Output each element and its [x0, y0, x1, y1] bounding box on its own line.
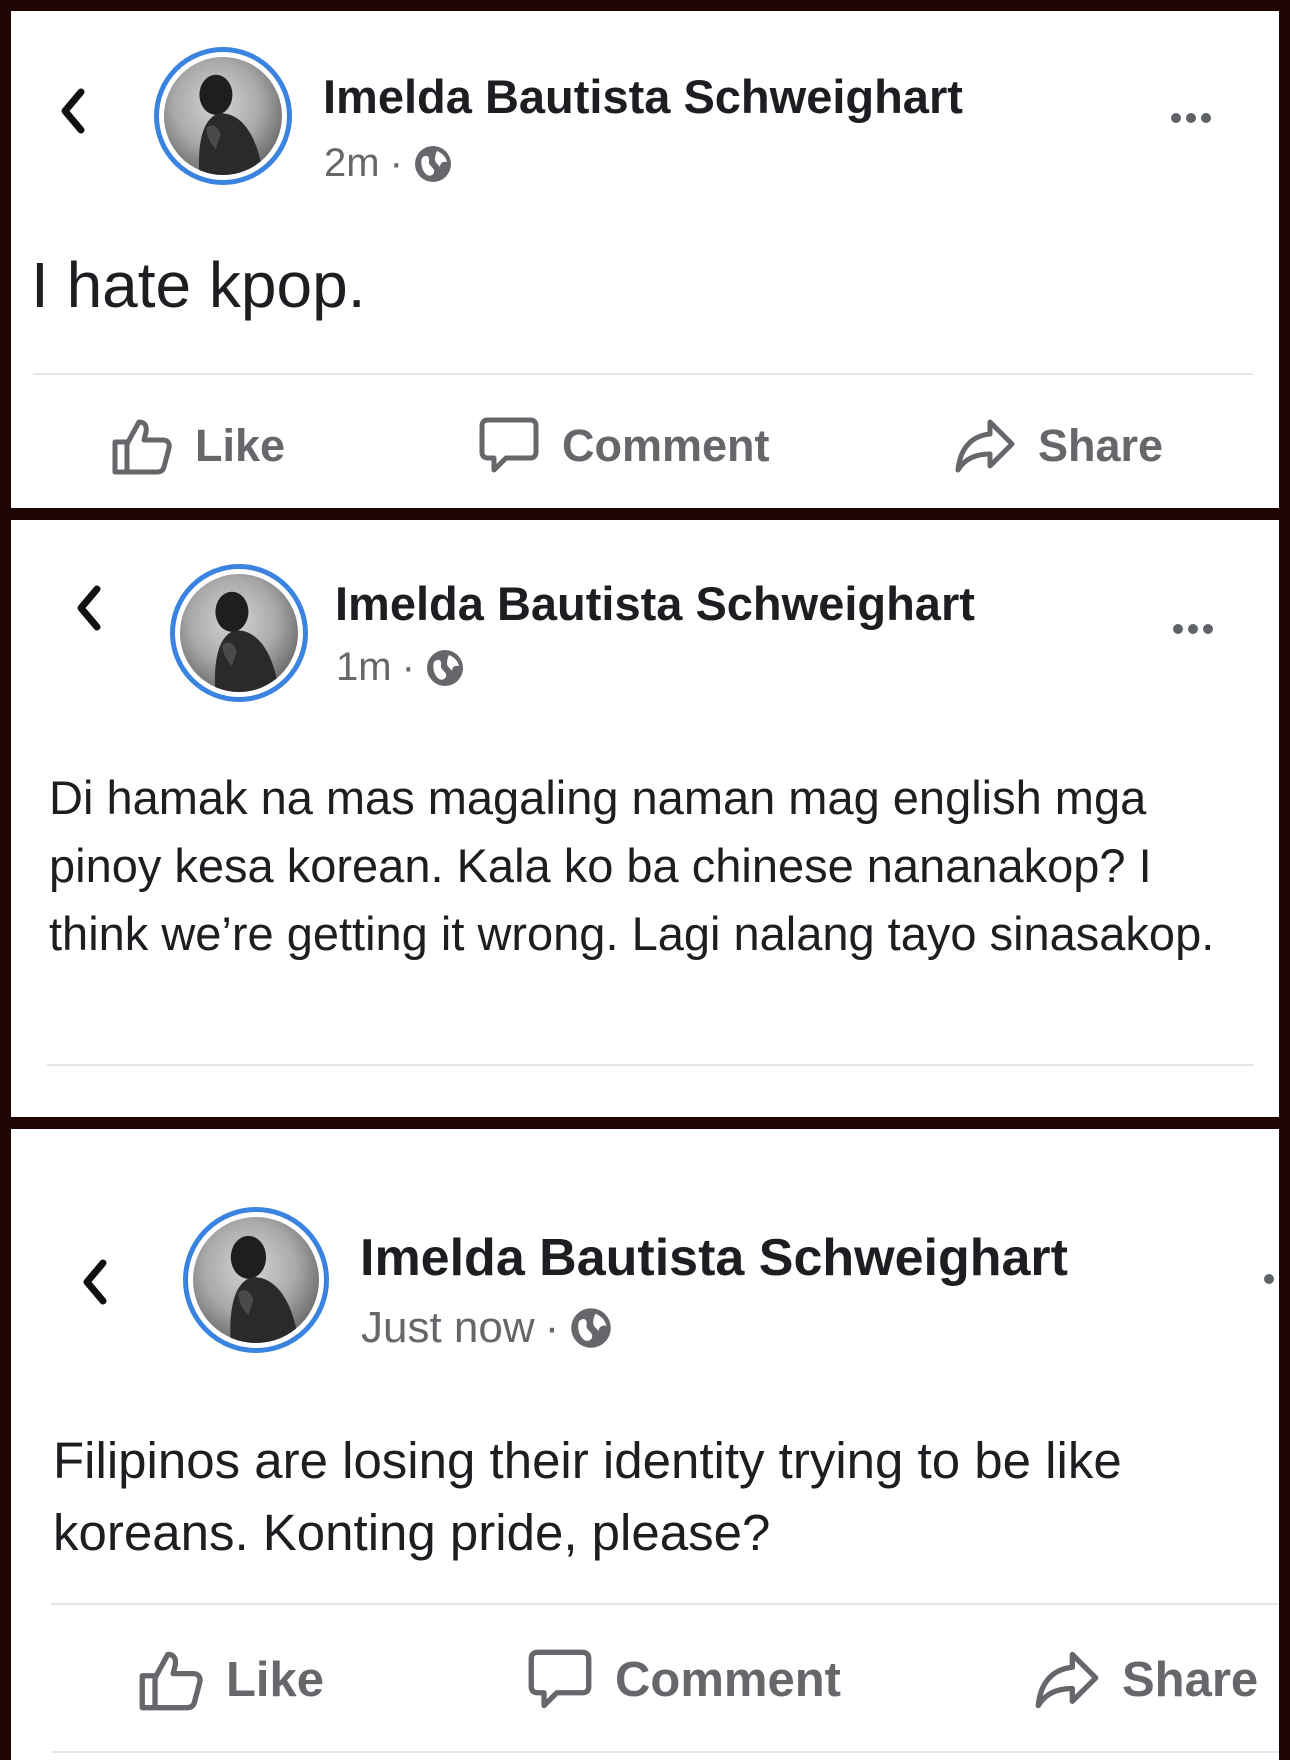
share-arrow-icon: [954, 416, 1016, 476]
like-label: Like: [195, 420, 286, 471]
author-name[interactable]: Imelda Bautista Schweighart: [335, 576, 975, 631]
globe-icon: [425, 648, 465, 688]
thumbs-up-icon: [111, 416, 173, 476]
post-meta: Just now ·: [361, 1303, 613, 1353]
divider: [51, 1751, 1279, 1753]
post-timestamp[interactable]: 1m: [336, 645, 392, 690]
meta-separator: ·: [401, 645, 415, 689]
chevron-left-icon: [83, 1259, 107, 1305]
share-button[interactable]: Share: [1034, 1648, 1258, 1712]
post-timestamp[interactable]: 2m: [324, 141, 380, 186]
divider: [51, 1603, 1279, 1605]
share-label: Share: [1122, 1653, 1259, 1707]
like-button[interactable]: Like: [111, 416, 285, 476]
post-timestamp[interactable]: Just now: [361, 1303, 535, 1353]
comment-button[interactable]: Comment: [478, 416, 770, 476]
like-button[interactable]: Like: [138, 1648, 324, 1712]
share-arrow-icon: [1034, 1648, 1100, 1712]
post-text: Di hamak na mas magaling naman mag engli…: [49, 771, 1215, 960]
share-button[interactable]: Share: [954, 416, 1163, 476]
thumbs-up-icon: [138, 1648, 204, 1712]
post-card-1: Imelda Bautista Schweighart 2m · I hate …: [11, 11, 1279, 508]
back-button[interactable]: [49, 81, 95, 141]
profile-photo: [214, 591, 280, 692]
back-button[interactable]: [65, 578, 111, 638]
divider: [47, 1064, 1253, 1066]
profile-photo: [198, 74, 264, 175]
more-options-button[interactable]: [1264, 1274, 1279, 1284]
more-dots-icon: [1264, 1274, 1274, 1284]
more-dots-icon: [1173, 624, 1183, 634]
comment-bubble-icon: [527, 1648, 593, 1712]
like-label: Like: [226, 1653, 325, 1707]
author-name[interactable]: Imelda Bautista Schweighart: [360, 1228, 1068, 1288]
profile-photo: [230, 1235, 299, 1343]
comment-bubble-icon: [478, 416, 540, 476]
comment-button[interactable]: Comment: [527, 1648, 841, 1712]
chevron-left-icon: [77, 585, 101, 631]
comment-label: Comment: [562, 420, 770, 471]
globe-icon: [569, 1306, 613, 1350]
post-meta: 1m ·: [336, 645, 465, 690]
back-button[interactable]: [71, 1252, 117, 1312]
avatar[interactable]: [183, 1207, 329, 1353]
post-meta: 2m ·: [324, 141, 453, 186]
post-card-3: Imelda Bautista Schweighart Just now · F…: [11, 1129, 1279, 1760]
globe-icon: [413, 144, 453, 184]
meta-separator: ·: [544, 1303, 560, 1352]
more-options-button[interactable]: [1173, 624, 1213, 634]
author-name[interactable]: Imelda Bautista Schweighart: [323, 69, 963, 124]
meta-separator: ·: [389, 141, 403, 185]
more-dots-icon: [1171, 113, 1181, 123]
post-text: Filipinos are losing their identity tryi…: [53, 1432, 1122, 1561]
divider: [33, 373, 1253, 375]
post-card-2: Imelda Bautista Schweighart 1m · Di hama…: [11, 520, 1279, 1117]
avatar[interactable]: [170, 564, 308, 702]
avatar[interactable]: [154, 47, 292, 185]
comment-label: Comment: [615, 1653, 841, 1707]
share-label: Share: [1038, 420, 1164, 471]
chevron-left-icon: [61, 88, 85, 134]
more-options-button[interactable]: [1171, 113, 1211, 123]
post-text: I hate kpop.: [31, 249, 366, 321]
